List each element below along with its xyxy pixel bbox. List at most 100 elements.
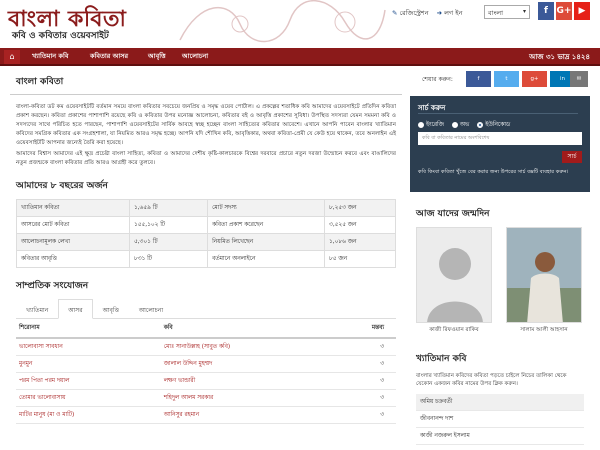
stats-cell: ১৫৫,১০২ টি (128, 216, 209, 234)
sidebar: শেয়ার করুন: f t g+ in ✉ সার্চ করুন ইংরে… (410, 68, 590, 450)
table-row: তোমার ভালোবাসায় শহিদুল আলম সরকার ৩ (16, 389, 396, 407)
share-google-plus-icon[interactable]: g+ (522, 71, 547, 87)
poem-title-link[interactable]: মুনমুন (16, 355, 161, 373)
register-link[interactable]: ✎ রেজিস্ট্রেশন (392, 8, 429, 19)
search-input[interactable]: কবি বা কবিতার নামের অংশবিশেষ (418, 132, 582, 145)
column-header-title: শিরোনাম (16, 319, 161, 339)
recent-tabs: খ্যাতিমান আসর আবৃত্তি আলোচনা (16, 299, 396, 319)
search-button[interactable]: সার্চ (562, 151, 582, 163)
table-row: মাটির মানুষ (মা ও মাটি) আনিসুর রহমান ৩ (16, 406, 396, 424)
poet-name-link[interactable]: আনিসুর রহমান (160, 406, 332, 424)
stats-cell: ৮,২৫৩ জন (324, 199, 396, 217)
search-title: সার্চ করুন (418, 104, 580, 114)
stats-cell: বর্তমানে অনলাইনে (207, 250, 326, 268)
share-email-icon[interactable]: ✉ (570, 71, 588, 87)
famous-poet-list: অমিয় চক্রবর্তী জীবনানন্দ দাশ কাজী নজরুল… (416, 394, 584, 445)
search-help-text: কবি কিংবা কবিতা খুঁজে বের করার জন্য উপরে… (418, 169, 569, 175)
site-header: বাংলা কবিতা কবি ও কবিতার ওয়েবসাইট ✎ রেজি… (0, 0, 600, 48)
famous-description: বাংলার খ্যাতিমান কবিদের কবিতা পড়তে চাইল… (416, 373, 567, 387)
radio-label: ইউনিকোড (485, 122, 511, 128)
share-twitter-icon[interactable]: t (494, 71, 519, 87)
stats-cell: আলোচনামূলক লেখা (16, 233, 130, 251)
birthday-title: আজ যাদের জন্মদিন (416, 209, 490, 219)
stats-cell: ৮৩১ টি (128, 250, 209, 268)
poem-title-link[interactable]: তোমার ভালোবাসায় (16, 389, 161, 407)
person-photo-icon (507, 228, 581, 322)
section-title: বাংলা কবিতা (10, 68, 402, 95)
radio-icon (451, 121, 458, 128)
table-row: পরম পিতা পরম দয়াল লক্ষণ ভান্ডারী ৩ (16, 372, 396, 390)
stats-cell: ৮৫ জন (324, 250, 396, 268)
stats-title: আমাদের ৮ বছরের অর্জন (16, 181, 108, 191)
stats-row: খ্যাতিমান কবিতা ১,৬৫৯ টি মোট সদস্য ৮,২৫৩… (16, 199, 396, 217)
default-user-icon (417, 228, 491, 322)
avatar-placeholder[interactable] (416, 227, 492, 323)
birthday-person-name[interactable]: সালাম আলী আহসান (502, 327, 586, 335)
google-plus-icon[interactable]: G+ (556, 2, 572, 20)
user-plus-icon: ✎ (392, 9, 398, 17)
poem-title-link[interactable]: মাটির মানুষ (মা ও মাটি) (16, 406, 161, 424)
radio-label: অভ (459, 122, 470, 128)
comment-count: ৩ (331, 355, 396, 373)
poem-title-link[interactable]: ভালোবাসা সাবধান (16, 338, 161, 356)
radio-ovro[interactable]: অভ (451, 120, 470, 130)
radio-icon (418, 121, 424, 128)
tab-discussion[interactable]: আলোচনা (129, 299, 173, 318)
stats-row: কবিতার আবৃত্তি ৮৩১ টি বর্তমানে অনলাইনে ৮… (16, 250, 396, 268)
stats-row: আলোচনামূলক লেখা ৫,৩০১ টি নিয়মিত লিখেছেন… (16, 233, 396, 251)
stats-cell: আসরের মোট কবিতা (16, 216, 130, 234)
youtube-icon[interactable]: ▶ (574, 2, 590, 20)
stats-cell: কবিতা প্রকাশ করেছেন (207, 216, 326, 234)
poet-name-link[interactable]: মোঃ সানাউল্লাহ (সাবুত কবি) (160, 338, 332, 356)
intro-paragraph-2: আমাদের বিশ্বাস আমাদের এই ক্ষুদ্র প্রচেষ্… (16, 151, 396, 166)
tab-famous[interactable]: খ্যাতিমান (16, 299, 58, 318)
login-icon: ➜ (436, 9, 443, 17)
stats-row: আসরের মোট কবিতা ১৫৫,১০২ টি কবিতা প্রকাশ … (16, 216, 396, 234)
recent-title: সাম্প্রতিক সংযোজন (16, 281, 89, 291)
home-icon[interactable]: ⌂ (4, 50, 20, 64)
poet-name-link[interactable]: লক্ষণ ভান্ডারী (160, 372, 332, 390)
radio-unicode[interactable]: ইউনিকোড (477, 120, 510, 130)
tab-recitation[interactable]: আবৃত্তি (93, 299, 129, 318)
stats-cell: নিয়মিত লিখেছেন (207, 233, 326, 251)
birthday-person-name[interactable]: কাজী রিফওয়ান রাকিব (412, 327, 496, 335)
poet-name-link[interactable]: জালাল উদ্দিন মুহম্মদ (160, 355, 332, 373)
site-logo-subtitle: কবি ও কবিতার ওয়েবসাইট (12, 31, 109, 41)
current-date: আজ ৩১ ভাদ্র ১৪২৪ (529, 53, 590, 61)
stats-cell: ৫,৩০১ টি (128, 233, 209, 251)
comment-count: ৩ (331, 372, 396, 390)
list-item[interactable]: জীবনানন্দ দাশ (416, 411, 584, 428)
column-header-poet: কবি (160, 319, 332, 339)
intro-text: বাংলা-কবিতা ডট কম ওয়েবসাইটটি বর্তমান সম… (10, 95, 402, 168)
comment-count: ৩ (331, 389, 396, 407)
avatar-photo[interactable] (506, 227, 582, 323)
birthday-list: কাজী রিফওয়ান রাকিব সালাম আলী আহসান (410, 227, 590, 337)
radio-selected-icon (477, 121, 484, 128)
list-item[interactable]: কাজী নজরুল ইসলাম (416, 428, 584, 445)
login-link[interactable]: ➜ লগ ইন (437, 8, 463, 19)
comment-count: ৩ (331, 338, 396, 356)
list-item[interactable]: অমিয় চক্রবর্তী (416, 394, 584, 411)
stats-cell: ৩,৫২৫ জন (324, 216, 396, 234)
login-label: লগ ইন (444, 9, 463, 17)
register-label: রেজিস্ট্রেশন (399, 9, 429, 17)
nav-famous-poets[interactable]: খ্যাতিমান কবি (32, 51, 68, 62)
stats-table: খ্যাতিমান কবিতা ১,৬৫৯ টি মোট সদস্য ৮,২৫৩… (16, 199, 396, 268)
radio-english[interactable]: ইংরেজি (418, 120, 444, 130)
share-facebook-icon[interactable]: f (466, 71, 491, 87)
comment-count: ৩ (331, 406, 396, 424)
table-header-row: শিরোনাম কবি মন্তব্য (16, 319, 396, 339)
top-links: ✎ রেজিস্ট্রেশন ➜ লগ ইন (392, 8, 463, 19)
nav-discussion[interactable]: আলোচনা (182, 51, 208, 62)
tab-asor[interactable]: আসর (58, 299, 93, 319)
poet-name-link[interactable]: শহিদুল আলম সরকার (160, 389, 332, 407)
table-row: মুনমুন জালাল উদ্দিন মুহম্মদ ৩ (16, 355, 396, 373)
facebook-icon[interactable]: f (538, 2, 554, 20)
search-panel: সার্চ করুন ইংরেজি অভ ইউনিকোড কবি বা কবিত… (410, 96, 590, 192)
language-select[interactable]: বাংলা (484, 5, 530, 19)
column-header-comments: মন্তব্য (331, 319, 396, 339)
famous-title: খ্যাতিমান কবি (416, 354, 467, 364)
poem-title-link[interactable]: পরম পিতা পরম দয়াল (16, 372, 161, 390)
nav-recitation[interactable]: আবৃত্তি (148, 51, 166, 62)
nav-poetry-asor[interactable]: কবিতার আসর (90, 51, 128, 62)
